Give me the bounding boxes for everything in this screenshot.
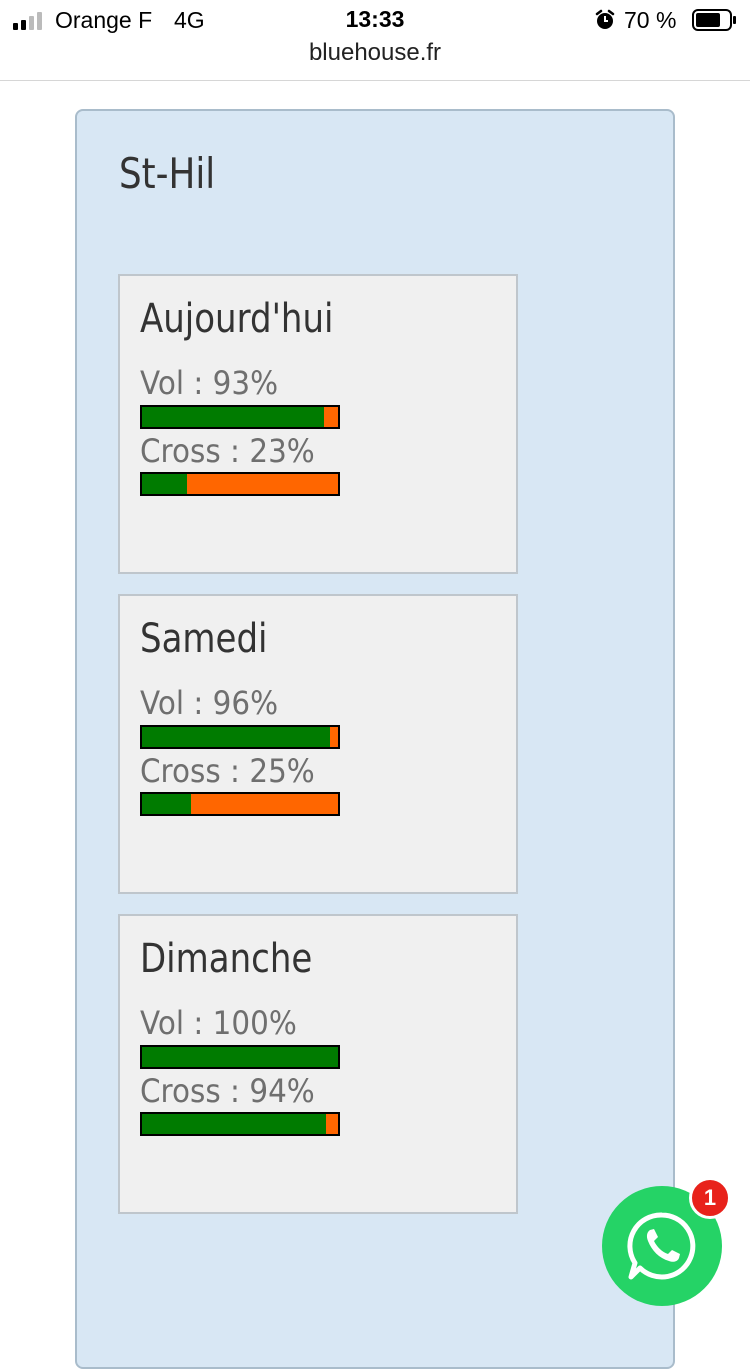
progress-bar-vol: [140, 405, 340, 429]
battery-percentage: 70 %: [624, 7, 677, 33]
metric-label-vol: Vol : 100%: [140, 1004, 297, 1042]
day-title: Aujourd'hui: [140, 296, 334, 342]
metric-label-vol: Vol : 93%: [140, 364, 279, 402]
progress-fill: [142, 474, 188, 494]
progress-bar-cross: [140, 1112, 340, 1136]
progress-bar-cross: [140, 792, 340, 816]
progress-fill: [142, 1114, 327, 1134]
progress-fill: [142, 794, 191, 814]
metric-label-vol: Vol : 96%: [140, 684, 279, 722]
metric-label-cross: Cross : 94%: [140, 1072, 315, 1110]
metric-label-cross: Cross : 25%: [140, 752, 315, 790]
day-card-today: Aujourd'hui Vol : 93% Cross : 23%: [118, 274, 518, 574]
day-title: Dimanche: [140, 936, 313, 982]
location-panel: St-Hil Aujourd'hui Vol : 93% Cross : 23%…: [75, 109, 675, 1369]
progress-fill: [142, 727, 331, 747]
progress-fill: [142, 407, 325, 427]
notification-badge: 1: [689, 1177, 731, 1219]
progress-fill: [142, 1047, 338, 1067]
address-bar[interactable]: bluehouse.fr: [0, 38, 750, 81]
alarm-icon: [595, 9, 615, 29]
status-bar: Orange F 4G 13:33 70 %: [0, 0, 750, 40]
url-text: bluehouse.fr: [308, 39, 442, 66]
whatsapp-icon: [627, 1212, 696, 1280]
day-card-dimanche: Dimanche Vol : 100% Cross : 94%: [118, 914, 518, 1214]
progress-bar-vol: [140, 1045, 340, 1069]
progress-bar-cross: [140, 472, 340, 496]
day-card-samedi: Samedi Vol : 96% Cross : 25%: [118, 594, 518, 894]
progress-bar-vol: [140, 725, 340, 749]
day-title: Samedi: [140, 616, 268, 662]
battery-icon: [692, 9, 736, 31]
metric-label-cross: Cross : 23%: [140, 432, 315, 470]
location-title: St-Hil: [119, 149, 216, 198]
